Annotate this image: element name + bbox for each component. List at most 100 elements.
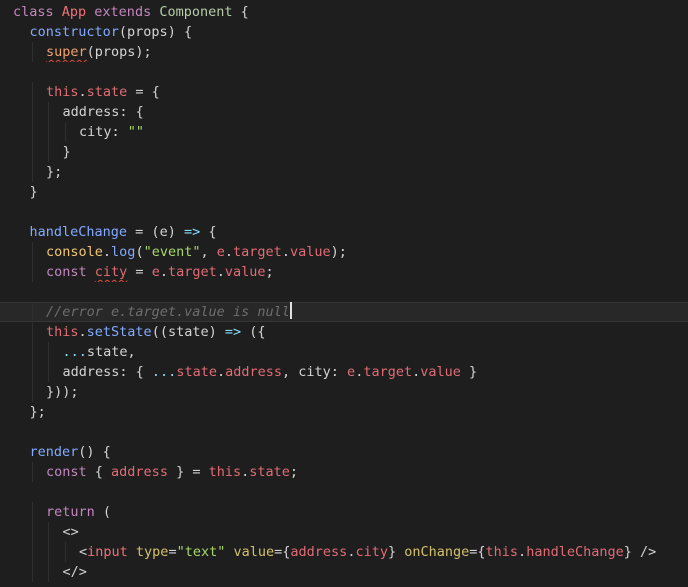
error-token: city — [94, 264, 128, 280]
code-token: = — [168, 544, 177, 560]
code-line-content: handleChange = (e) => { — [30, 222, 217, 242]
code-line[interactable]: const city = e.target.value; — [0, 262, 688, 282]
code-line[interactable] — [0, 482, 688, 502]
code-line-content: address: { ...state.address, city: e.tar… — [63, 362, 478, 382]
code-line[interactable] — [0, 282, 688, 302]
code-line[interactable]: ...state, — [0, 342, 688, 362]
code-line[interactable]: </> — [0, 562, 688, 582]
code-token: const — [46, 464, 95, 480]
code-token: </> — [62, 564, 87, 580]
code-line[interactable]: } — [0, 142, 688, 162]
code-token: , — [200, 244, 217, 260]
code-token: { — [200, 224, 217, 240]
current-code-line[interactable]: //error e.target.value is null — [0, 302, 688, 322]
code-token: address — [62, 104, 120, 120]
code-token: this — [208, 464, 242, 480]
code-token: target — [233, 244, 282, 260]
code-line[interactable]: const { address } = this.state; — [0, 462, 688, 482]
code-line[interactable]: }; — [0, 162, 688, 182]
code-line[interactable]: render() { — [0, 442, 688, 462]
code-line[interactable]: console.log("event", e.target.value); — [0, 242, 688, 262]
code-token: city — [79, 124, 112, 140]
code-token: () { — [78, 444, 111, 460]
code-token: ={ — [469, 544, 486, 560]
code-line[interactable]: return ( — [0, 502, 688, 522]
code-token: e — [159, 224, 168, 240]
code-line[interactable] — [0, 422, 688, 442]
code-line[interactable]: constructor(props) { — [0, 22, 688, 42]
code-token: "text" — [176, 544, 226, 560]
code-line-content: this.setState((state) => ({ — [46, 322, 266, 342]
code-token: e — [216, 244, 225, 260]
indent-guide — [48, 522, 49, 542]
code-token: state — [86, 344, 128, 360]
code-line-content: }; — [30, 402, 46, 422]
code-token: props — [127, 24, 168, 40]
code-line[interactable]: address: { ...state.address, city: e.tar… — [0, 362, 688, 382]
code-token: ; — [289, 464, 299, 480]
code-token: ( — [94, 504, 112, 520]
code-token: : — [111, 124, 128, 140]
code-token: state — [249, 464, 290, 480]
indent-guide — [31, 262, 33, 282]
code-line[interactable]: })); — [0, 382, 688, 402]
code-token: , — [127, 344, 136, 360]
code-editor[interactable]: class App extends Component {constructor… — [0, 0, 688, 587]
code-line[interactable]: <input type="text" value={address.city} … — [0, 542, 688, 562]
code-token: this — [46, 324, 79, 340]
code-token: value — [224, 264, 266, 280]
code-token: < — [79, 544, 88, 560]
code-line[interactable] — [0, 202, 688, 222]
code-token: return — [46, 504, 95, 520]
code-line[interactable]: }; — [0, 402, 688, 422]
indent-guide — [48, 142, 49, 162]
code-token: setState — [86, 324, 152, 340]
code-token: ({ — [241, 324, 266, 340]
indent-guide — [31, 162, 33, 182]
code-token: this — [46, 84, 79, 100]
code-line[interactable]: address: { — [0, 102, 688, 122]
code-token: ); — [330, 244, 347, 260]
code-line[interactable]: this.state = { — [0, 82, 688, 102]
code-line[interactable]: } — [0, 182, 688, 202]
code-token: , — [282, 364, 299, 380]
code-line[interactable]: <> — [0, 522, 688, 542]
indent-guide — [48, 102, 49, 122]
code-line[interactable]: handleChange = (e) => { — [0, 222, 688, 242]
code-token: : { — [119, 364, 152, 380]
code-token: . — [102, 244, 112, 260]
code-line-content: city: "" — [79, 122, 144, 142]
indent-guide — [48, 122, 49, 142]
code-token: state — [167, 324, 209, 340]
code-line[interactable] — [0, 62, 688, 82]
code-line-content: return ( — [46, 502, 111, 522]
code-token: address — [225, 364, 282, 380]
code-token: }; — [46, 164, 63, 180]
code-token: state — [176, 364, 217, 380]
code-token: e — [151, 264, 160, 280]
code-token: onChange — [404, 544, 470, 560]
code-line[interactable]: super(props); — [0, 42, 688, 62]
indent-guide — [31, 102, 33, 122]
indent-guide — [31, 362, 33, 382]
indent-guide — [31, 322, 33, 342]
code-line[interactable]: city: "" — [0, 122, 688, 142]
code-token: input — [87, 544, 128, 560]
code-token: ) — [167, 224, 184, 240]
code-token: } = — [167, 464, 209, 480]
indent-guide — [31, 542, 33, 562]
code-token: const — [46, 264, 95, 280]
code-token: App — [61, 4, 87, 20]
indent-guide — [48, 542, 49, 562]
code-token: . — [78, 84, 87, 100]
code-line[interactable]: class App extends Component { — [0, 2, 688, 22]
code-token: } — [460, 364, 478, 380]
code-token: ( — [118, 24, 128, 40]
code-token: city — [355, 544, 388, 560]
code-token: extends — [86, 4, 160, 20]
indent-guide — [64, 542, 66, 562]
code-token: address — [290, 544, 348, 560]
code-line[interactable]: this.setState((state) => ({ — [0, 322, 688, 342]
code-token: : { — [119, 104, 144, 120]
